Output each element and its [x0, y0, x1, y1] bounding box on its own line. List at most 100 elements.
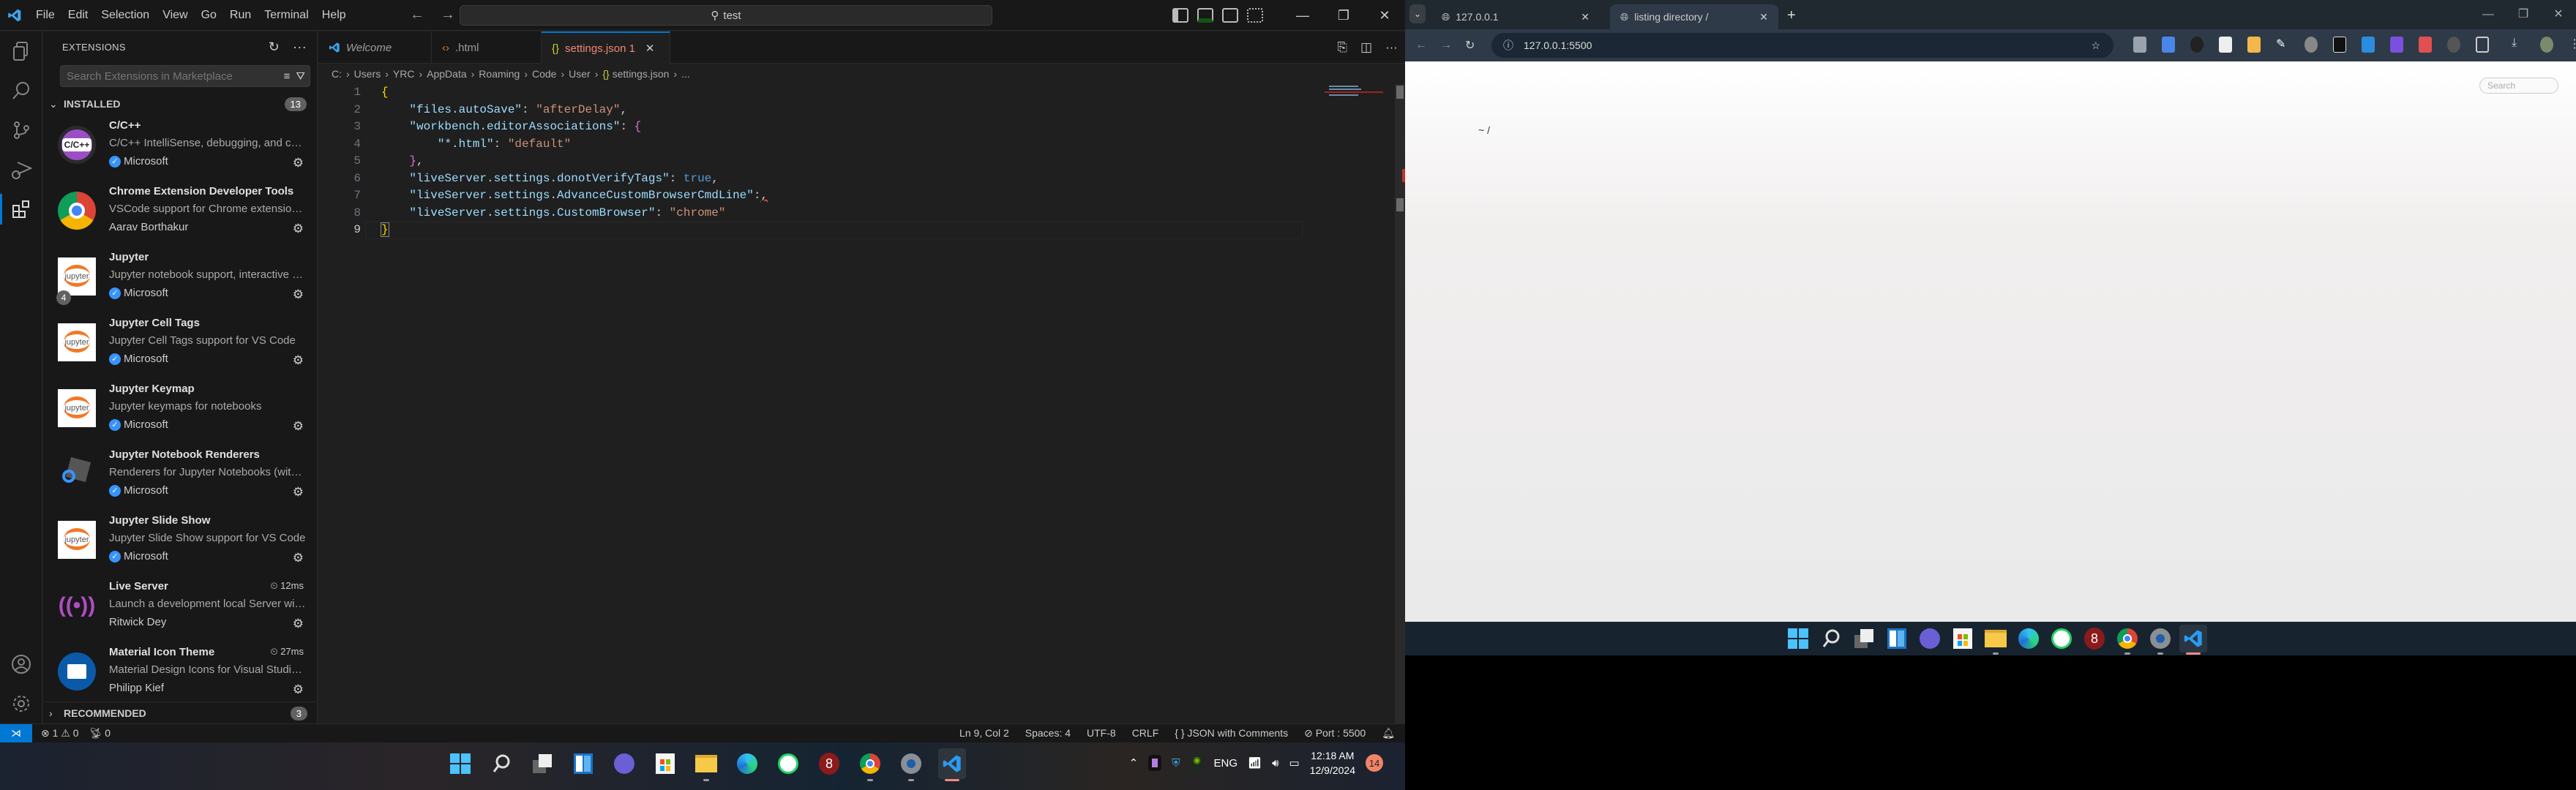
editor-scrollbar[interactable] [1395, 84, 1405, 723]
indentation[interactable]: Spaces: 4 [1025, 727, 1071, 740]
breadcrumb-item[interactable]: YRC [393, 68, 415, 80]
clock[interactable]: 12:18 AM 12/9/2024 [1310, 748, 1355, 778]
source-control-icon[interactable] [0, 110, 42, 150]
task-view-icon[interactable] [1850, 625, 1878, 652]
task-view-icon[interactable] [528, 748, 556, 779]
chrome-icon[interactable] [2113, 625, 2141, 655]
file-explorer-icon[interactable] [1982, 625, 2010, 655]
code-line[interactable]: 7 "liveServer.settings.AdvanceCustomBrow… [318, 187, 1405, 205]
extension-item[interactable]: Jupyter Notebook Renderers Renderers for… [43, 444, 317, 510]
code-line[interactable]: 2 "files.autoSave": "afterDelay", [318, 102, 1405, 119]
vscode-taskbar-icon[interactable] [2179, 625, 2207, 655]
browser-tab-2[interactable]: 🌐︎ listing directory / ✕ [1610, 4, 1778, 29]
address-bar[interactable]: ⓘ 127.0.0.1:5500 ☆ [1491, 33, 2113, 58]
browser-close-button[interactable]: ✕ [2541, 0, 2576, 29]
code-line[interactable]: 9} [318, 222, 1405, 239]
manage-extension-gear-icon[interactable]: ⚙ [293, 287, 304, 302]
profile-avatar[interactable] [2540, 37, 2553, 53]
chrome-icon[interactable] [856, 748, 884, 781]
extension-search-input[interactable] [67, 69, 264, 83]
start-icon[interactable] [446, 748, 474, 779]
manage-extension-gear-icon[interactable]: ⚙ [293, 682, 304, 697]
browser-tab-1[interactable]: 🌐︎ 127.0.0.1 ✕ [1431, 4, 1600, 29]
toggle-primary-sidebar-icon[interactable] [1172, 8, 1188, 23]
app-red-icon[interactable]: 8 [815, 748, 843, 779]
code-line[interactable]: 1{ [318, 84, 1405, 102]
notes-extension-icon[interactable] [2219, 37, 2232, 53]
extension-item[interactable]: jupyter Jupyter Keymap Jupyter keymaps f… [43, 378, 317, 444]
browser-minimize-button[interactable]: — [2471, 0, 2506, 29]
page-search-input[interactable]: Search [2479, 78, 2558, 94]
live-server-port[interactable]: ⊘ Port : 5500 [1304, 727, 1366, 740]
extension-item[interactable]: jupyter Jupyter Slide Show Jupyter Slide… [43, 510, 317, 576]
code-editor[interactable]: 1{2 "files.autoSave": "afterDelay", 3 "wo… [318, 84, 1405, 239]
manage-gear-icon[interactable] [0, 684, 42, 723]
forward-arrow-icon[interactable]: → [441, 7, 455, 23]
tab-settings-json[interactable]: {} settings.json 1 ✕ [542, 31, 670, 64]
search-icon[interactable] [487, 748, 515, 779]
notifications-bell-icon[interactable]: 🔔︎ [1382, 727, 1395, 740]
close-tab-icon[interactable]: ✕ [1759, 11, 1768, 23]
manage-extension-gear-icon[interactable]: ⚙ [293, 551, 304, 565]
manage-extension-gear-icon[interactable]: ⚙ [293, 485, 304, 500]
new-tab-button[interactable]: + [1787, 7, 1796, 24]
dark-extension-icon[interactable] [2447, 37, 2460, 53]
app-red-icon[interactable]: 8 [2081, 625, 2108, 652]
forward-icon[interactable]: → [1440, 39, 1452, 52]
breadcrumb-item[interactable]: Users [354, 68, 381, 80]
menu-terminal[interactable]: Terminal [258, 0, 315, 31]
explorer-icon[interactable] [0, 31, 42, 71]
breadcrumb-item[interactable]: Code [532, 68, 556, 80]
image-extension-icon[interactable] [2333, 37, 2346, 53]
teams-chat-icon[interactable] [1916, 625, 1944, 652]
menu-file[interactable]: File [29, 0, 61, 31]
refresh-icon[interactable]: ↻ [269, 40, 280, 55]
code-line[interactable]: 8 "liveServer.settings.CustomBrowser": "… [318, 205, 1405, 222]
extension-item[interactable]: C/C++ C/C++ C/C++ IntelliSense, debuggin… [43, 115, 317, 181]
store-icon[interactable] [651, 748, 679, 779]
menu-view[interactable]: View [156, 0, 194, 31]
recommended-section-header[interactable]: › RECOMMENDED 3 [43, 702, 318, 724]
cursor-position[interactable]: Ln 9, Col 2 [959, 727, 1009, 740]
manage-extension-gear-icon[interactable]: ⚙ [293, 156, 304, 170]
toggle-secondary-sidebar-icon[interactable] [1222, 8, 1238, 23]
menu-edit[interactable]: Edit [61, 0, 95, 31]
widgets-icon[interactable] [1883, 625, 1911, 652]
security-shield-icon[interactable]: ⛨ [1172, 757, 1180, 770]
breadcrumb-item[interactable]: Roaming [479, 68, 520, 80]
translate-extension-icon[interactable] [2162, 37, 2175, 53]
command-center[interactable]: ⚲ test [460, 5, 992, 26]
breadcrumb-item[interactable]: {} settings.json [602, 68, 669, 80]
language-indicator[interactable]: ENG [1214, 757, 1238, 770]
v-extension-icon[interactable] [2390, 37, 2403, 53]
encoding[interactable]: UTF-8 [1087, 727, 1116, 740]
site-info-icon[interactable]: ⓘ [1503, 38, 1513, 53]
toggle-panel-icon[interactable] [1197, 8, 1213, 23]
whatsapp-icon[interactable] [2048, 625, 2075, 652]
red-extension-icon[interactable] [2419, 37, 2432, 53]
sq-extension-icon[interactable] [2304, 37, 2318, 53]
code-line[interactable]: 4 "*.html": "default" [318, 136, 1405, 154]
g-extension-icon[interactable] [2190, 37, 2204, 53]
code-line[interactable]: 6 "liveServer.settings.donotVerifyTags":… [318, 170, 1405, 188]
show-hidden-icons-chevron-icon[interactable]: ⌃ [1129, 756, 1139, 770]
split-editor-icon[interactable]: ◫ [1360, 40, 1372, 55]
settings-gear-icon[interactable] [897, 748, 925, 781]
whatsapp-icon[interactable] [774, 748, 802, 779]
downloads-icon[interactable]: ⤓ [2512, 37, 2525, 53]
manage-extension-gear-icon[interactable]: ⚙ [293, 419, 304, 434]
problems-indicator[interactable]: ⊗ 1 ⚠ 0 [41, 727, 79, 740]
more-actions-icon[interactable]: ··· [293, 40, 307, 55]
vscode-taskbar-icon[interactable] [938, 748, 966, 781]
run-debug-icon[interactable] [0, 150, 42, 189]
extension-item[interactable]: jupyter Jupyter Cell Tags Jupyter Cell T… [43, 312, 317, 378]
extension-item[interactable]: Material Icon Theme ⏲ 27ms Material Desi… [43, 642, 317, 707]
close-tab-icon[interactable]: ✕ [645, 42, 655, 55]
close-window-button[interactable]: ✕ [1364, 8, 1405, 23]
store-icon[interactable] [1949, 625, 1977, 652]
search-view-icon[interactable] [0, 71, 42, 110]
sticky-extension-icon[interactable] [2247, 37, 2261, 53]
browser-restore-button[interactable]: ❐ [2506, 0, 2541, 29]
menu-run[interactable]: Run [223, 0, 258, 31]
manage-extension-gear-icon[interactable]: ⚙ [293, 353, 304, 368]
